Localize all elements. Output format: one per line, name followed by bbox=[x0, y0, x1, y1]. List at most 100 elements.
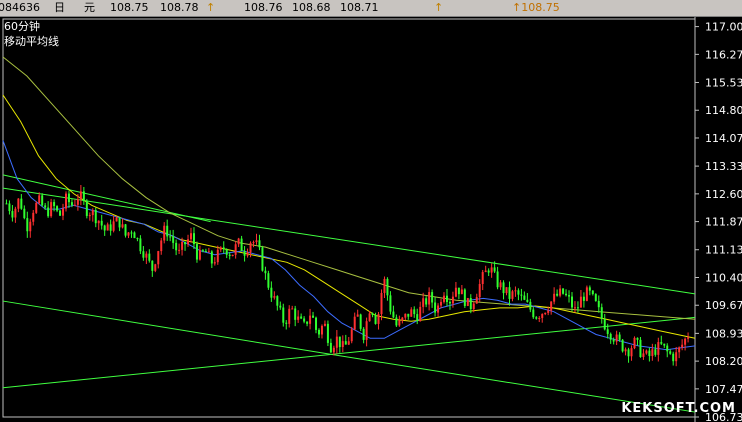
candle-body bbox=[160, 240, 163, 252]
candle-body bbox=[76, 199, 79, 205]
candle-body bbox=[362, 328, 365, 340]
trendline bbox=[2, 187, 696, 295]
y-tick-label: 107.47 bbox=[705, 383, 742, 396]
candle-body bbox=[204, 250, 207, 253]
candle-body bbox=[532, 309, 535, 318]
candle-body bbox=[553, 293, 556, 302]
candle-body bbox=[261, 247, 264, 271]
candle-body bbox=[600, 307, 603, 320]
candle-body bbox=[11, 211, 14, 218]
candle-body bbox=[94, 210, 97, 224]
candle-body bbox=[335, 336, 338, 348]
candle-body bbox=[481, 272, 484, 285]
candle-body bbox=[484, 270, 487, 273]
y-tick-label: 114.80 bbox=[705, 104, 742, 117]
candle-body bbox=[576, 307, 579, 309]
candle-body bbox=[97, 220, 100, 224]
candle-body bbox=[606, 329, 609, 334]
candle-body bbox=[300, 316, 303, 319]
candle-body bbox=[523, 295, 526, 300]
candle-body bbox=[594, 294, 597, 301]
candle-body bbox=[64, 193, 67, 209]
candle-body bbox=[297, 316, 300, 320]
candle-body bbox=[5, 203, 8, 205]
period-label: 日 bbox=[54, 1, 65, 14]
candle-body bbox=[201, 250, 204, 252]
candle-body bbox=[535, 317, 538, 319]
candle-body bbox=[511, 291, 514, 299]
candle-body bbox=[603, 319, 606, 330]
candle-body bbox=[273, 296, 276, 298]
candle-body bbox=[243, 251, 246, 256]
candle-body bbox=[570, 296, 573, 308]
candle-body bbox=[276, 296, 279, 306]
candle-body bbox=[392, 311, 395, 318]
candle-body bbox=[475, 297, 478, 304]
candle-body bbox=[184, 242, 187, 245]
candle-body bbox=[443, 295, 446, 302]
candle-body bbox=[490, 267, 493, 273]
candle-body bbox=[79, 191, 82, 200]
candle-body bbox=[62, 208, 65, 216]
candle-body bbox=[70, 202, 73, 206]
candle-body bbox=[225, 249, 228, 255]
candle-body bbox=[356, 314, 359, 317]
candle-body bbox=[657, 342, 660, 355]
candle-body bbox=[222, 247, 225, 250]
candle-body bbox=[148, 253, 151, 261]
candle-body bbox=[684, 338, 687, 345]
candle-body bbox=[374, 314, 377, 324]
candle-body bbox=[621, 339, 624, 352]
candle-body bbox=[282, 307, 285, 323]
candle-body bbox=[651, 349, 654, 357]
candle-body bbox=[341, 341, 344, 348]
candle-body bbox=[681, 344, 684, 348]
candle-body bbox=[434, 302, 437, 313]
candle-body bbox=[437, 305, 440, 313]
candle-body bbox=[347, 341, 350, 345]
watermark: KEKSOFT.COM bbox=[621, 401, 736, 416]
candle-body bbox=[633, 337, 636, 349]
symbol-code: 084636 bbox=[0, 1, 40, 14]
candle-body bbox=[329, 342, 332, 353]
candle-body bbox=[320, 325, 323, 335]
candle-body bbox=[121, 224, 124, 228]
candle-body bbox=[190, 233, 193, 240]
y-tick-label: 116.27 bbox=[705, 48, 742, 61]
candle-body bbox=[496, 271, 499, 288]
candle-body bbox=[85, 201, 88, 216]
candle-body bbox=[499, 282, 502, 288]
candle-body bbox=[35, 202, 38, 213]
price-chart[interactable]: 117.00 116.27 115.53 114.80 114.07 113.33 112.… bbox=[0, 17, 742, 422]
candle-body bbox=[47, 207, 50, 217]
candle-body bbox=[457, 287, 460, 295]
candle-body bbox=[669, 351, 672, 354]
y-tick-label: 115.53 bbox=[705, 76, 742, 89]
candle-body bbox=[82, 191, 85, 202]
candle-body bbox=[529, 301, 532, 310]
candle-body bbox=[460, 289, 463, 295]
candle-body bbox=[526, 299, 529, 302]
candle-body bbox=[454, 287, 457, 297]
candle-body bbox=[270, 287, 273, 298]
candle-body bbox=[312, 315, 315, 318]
prev-value: 108.71 bbox=[340, 1, 379, 14]
candle-body bbox=[508, 287, 511, 299]
candle-body bbox=[416, 314, 419, 322]
candle-body bbox=[687, 337, 690, 339]
trendline bbox=[2, 300, 336, 356]
candle-body bbox=[73, 204, 76, 206]
currency-label: 元 bbox=[84, 1, 95, 14]
candle-body bbox=[615, 334, 618, 342]
candle-body bbox=[380, 292, 383, 315]
candle-body bbox=[344, 341, 347, 345]
candle-body bbox=[556, 293, 559, 296]
candle-body bbox=[195, 244, 198, 260]
candle-body bbox=[240, 238, 243, 252]
candle-body bbox=[91, 210, 94, 216]
y-tick-label: 112.60 bbox=[705, 188, 742, 201]
candle-body bbox=[145, 253, 148, 258]
candle-body bbox=[389, 295, 392, 312]
candle-body bbox=[151, 260, 154, 271]
candle-body bbox=[32, 212, 35, 222]
